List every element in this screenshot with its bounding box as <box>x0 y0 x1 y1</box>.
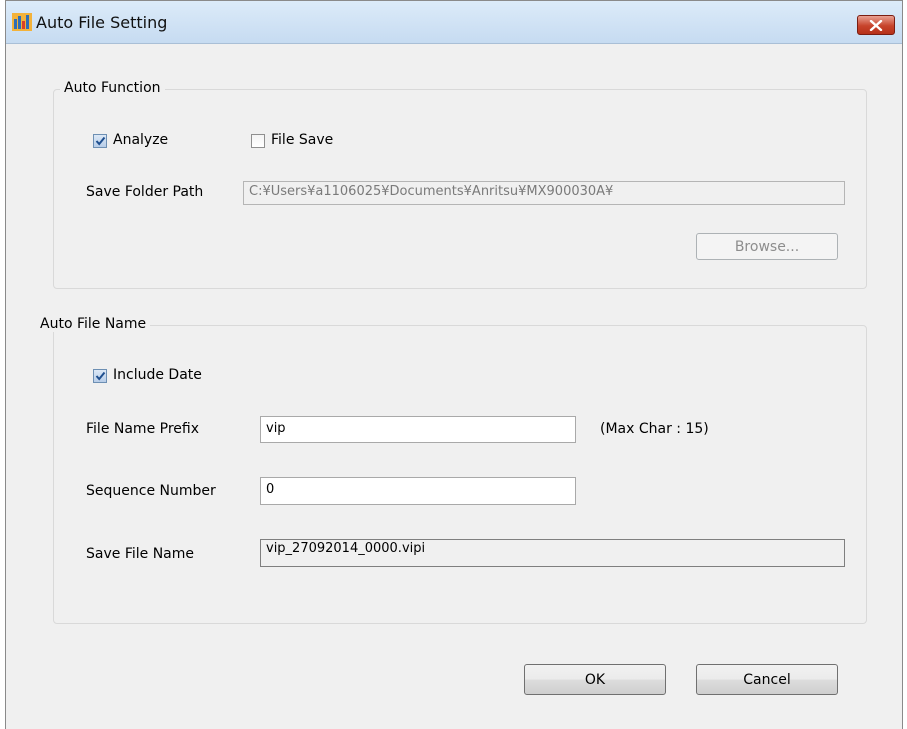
include-date-checkbox[interactable] <box>93 369 107 383</box>
save-folder-path-label: Save Folder Path <box>86 184 204 200</box>
sequence-number-label: Sequence Number <box>86 483 216 499</box>
title-bar[interactable]: Auto File Setting <box>6 1 902 44</box>
window-title: Auto File Setting <box>36 13 168 32</box>
browse-button[interactable]: Browse... <box>696 233 838 260</box>
auto-file-setting-dialog: Auto File Setting Auto Function Analyze … <box>5 0 903 729</box>
file-name-prefix-input[interactable]: vip <box>260 416 576 443</box>
auto-file-name-group-title: Auto File Name <box>36 316 151 332</box>
ok-button[interactable]: OK <box>524 664 666 695</box>
checkmark-icon <box>95 371 105 381</box>
analyze-checkbox[interactable] <box>93 134 107 148</box>
cancel-button[interactable]: Cancel <box>696 664 838 695</box>
file-save-label[interactable]: File Save <box>271 132 333 148</box>
auto-function-group-title: Auto Function <box>60 80 165 96</box>
close-button[interactable] <box>857 15 895 35</box>
include-date-label[interactable]: Include Date <box>113 367 202 383</box>
app-icon <box>12 13 32 31</box>
checkmark-icon <box>95 136 105 146</box>
save-file-name-label: Save File Name <box>86 546 194 562</box>
file-name-prefix-label: File Name Prefix <box>86 421 199 437</box>
analyze-label[interactable]: Analyze <box>113 132 168 148</box>
save-file-name-field[interactable]: vip_27092014_0000.vipi <box>260 539 845 567</box>
sequence-number-input[interactable]: 0 <box>260 477 576 505</box>
file-save-checkbox[interactable] <box>251 134 265 148</box>
close-icon <box>869 19 883 31</box>
max-char-note: (Max Char : 15) <box>600 421 709 437</box>
save-folder-path-field[interactable]: C:¥Users¥a1106025¥Documents¥Anritsu¥MX90… <box>243 181 845 205</box>
